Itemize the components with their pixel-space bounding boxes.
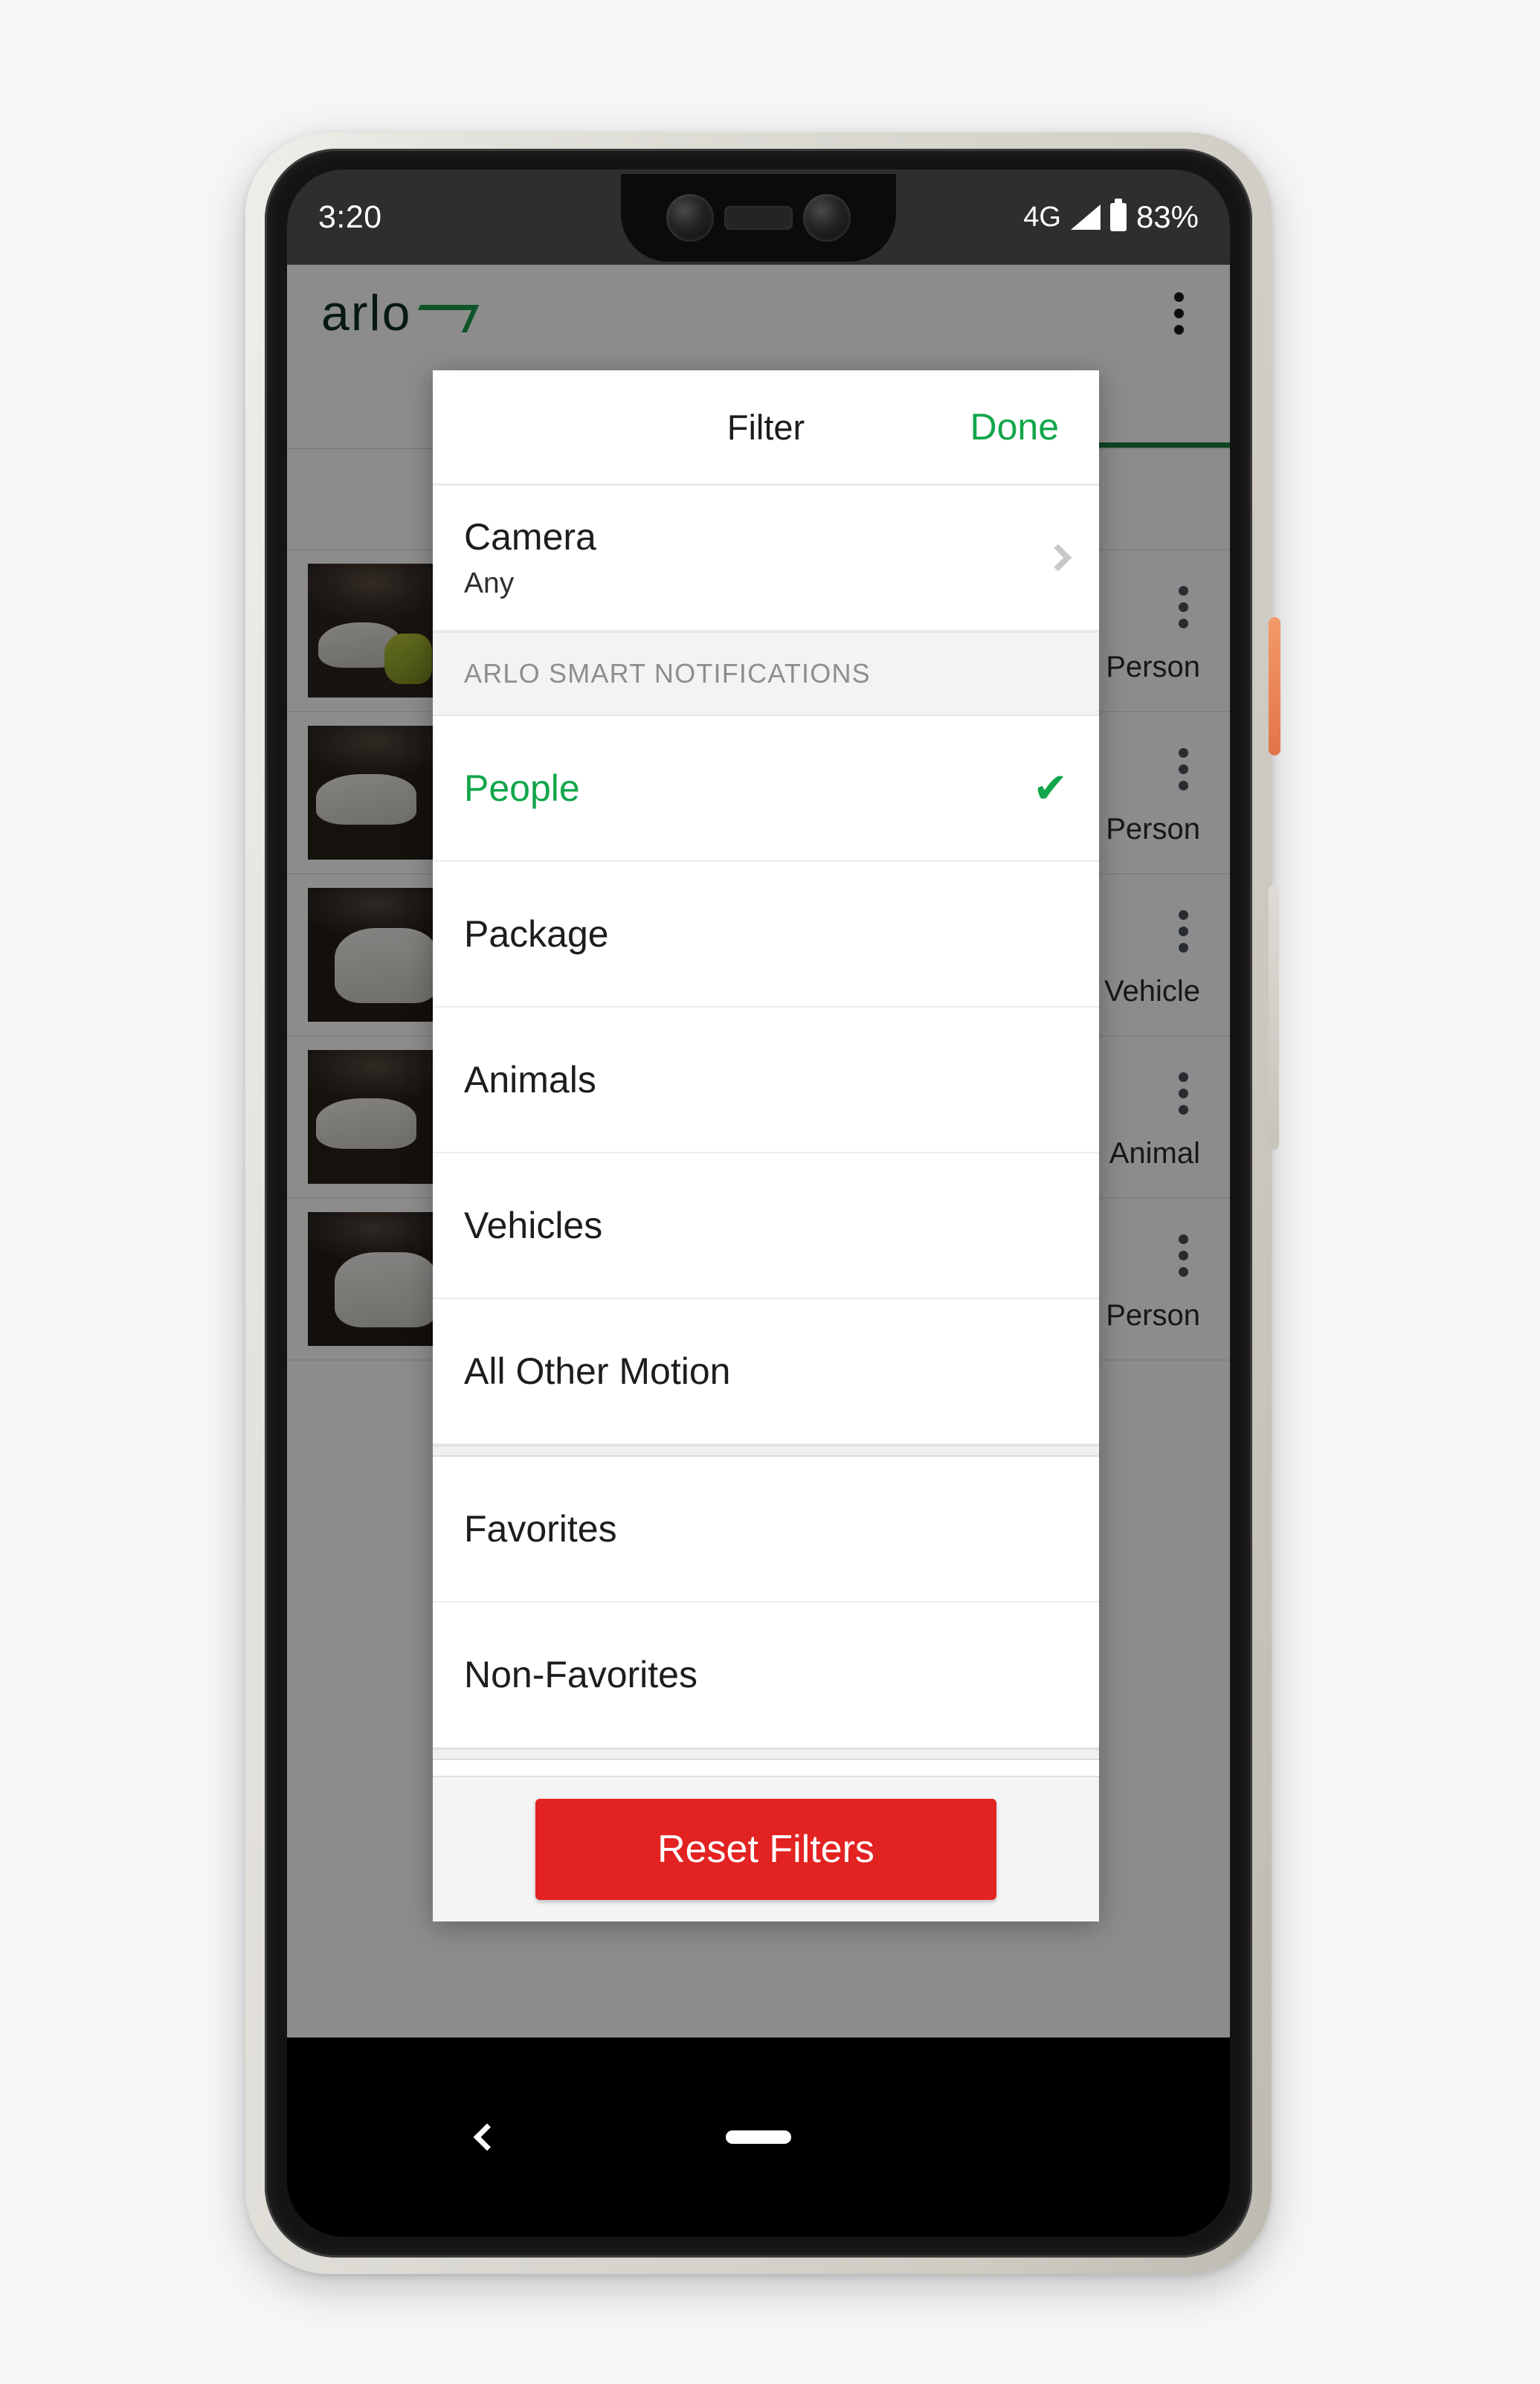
filter-option-label: Favorites <box>464 1508 617 1550</box>
kebab-dot <box>1179 619 1188 628</box>
clip-thumbnail[interactable] <box>308 888 440 1022</box>
kebab-dot <box>1179 1105 1188 1115</box>
signal-bars-icon <box>1070 204 1101 230</box>
filter-dialog-header: Filter Done <box>433 370 1099 486</box>
arlo-swoosh-icon <box>414 300 471 330</box>
kebab-dot <box>1179 910 1188 920</box>
arlo-smart-section-header: ARLO SMART NOTIFICATIONS <box>433 631 1099 716</box>
clip-overflow-menu-icon[interactable] <box>1167 577 1200 637</box>
kebab-dot <box>1174 291 1184 302</box>
kebab-dot <box>1179 1267 1188 1277</box>
app-header: arlo <box>287 265 1230 361</box>
kebab-dot <box>1174 324 1184 335</box>
battery-percent-label: 83% <box>1135 199 1199 234</box>
clip-meta: Vehicle <box>1104 901 1200 1008</box>
filter-option-package[interactable]: Package <box>433 862 1099 1008</box>
kebab-dot <box>1174 308 1184 318</box>
clip-overflow-menu-icon[interactable] <box>1167 1063 1200 1124</box>
kebab-dot <box>1179 748 1188 758</box>
filter-option-label: People <box>464 767 580 809</box>
front-camera-lens-secondary-icon <box>803 194 851 242</box>
kebab-dot <box>1179 1234 1188 1244</box>
kebab-dot <box>1179 781 1188 790</box>
status-indicators: 4G 83% <box>1023 199 1199 235</box>
kebab-dot <box>1179 764 1188 774</box>
network-type-label: 4G <box>1023 201 1061 233</box>
filter-option-all-other-motion[interactable]: All Other Motion <box>433 1299 1099 1445</box>
filter-dialog: Filter Done Camera Any ARLO SMART NOTIFI… <box>433 370 1099 1921</box>
camera-filter-text: Camera Any <box>464 515 596 600</box>
front-camera-lens-icon <box>666 194 714 242</box>
clip-label: Person <box>1106 651 1200 683</box>
section-header-label: ARLO SMART NOTIFICATIONS <box>464 658 871 689</box>
status-time: 3:20 <box>318 199 382 235</box>
section-divider <box>433 1445 1099 1457</box>
kebab-dot <box>1179 602 1188 612</box>
home-pill-icon[interactable] <box>726 2130 791 2144</box>
filter-option-label: All Other Motion <box>464 1350 731 1392</box>
clip-label: Person <box>1106 813 1200 845</box>
camera-filter-value: Any <box>464 567 515 599</box>
kebab-dot <box>1179 1251 1188 1260</box>
camera-filter-title: Camera <box>464 516 596 558</box>
filter-option-label: Package <box>464 913 609 955</box>
clip-label: Animal <box>1109 1137 1200 1170</box>
screenshot-scene: 3:20 4G 83% arlo Person Person Vehicle A… <box>0 0 1540 2384</box>
power-button[interactable] <box>1269 617 1280 756</box>
done-button[interactable]: Done <box>970 405 1059 448</box>
battery-icon <box>1109 199 1127 231</box>
clip-meta: Person <box>1106 577 1200 684</box>
clip-overflow-menu-icon[interactable] <box>1167 1225 1200 1286</box>
clip-overflow-menu-icon[interactable] <box>1167 901 1200 961</box>
app-overflow-menu-icon[interactable] <box>1162 283 1196 344</box>
filter-option-animals[interactable]: Animals <box>433 1008 1099 1153</box>
volume-button[interactable] <box>1269 885 1279 1150</box>
android-navigation-bar <box>287 2037 1230 2237</box>
clip-thumbnail[interactable] <box>308 1050 440 1184</box>
camera-filter-row[interactable]: Camera Any <box>433 486 1099 631</box>
back-chevron-icon[interactable] <box>473 2123 501 2151</box>
kebab-dot <box>1179 1089 1188 1098</box>
filter-option-non-favorites[interactable]: Non-Favorites <box>433 1602 1099 1748</box>
checkmark-icon: ✔ <box>1033 764 1068 811</box>
filter-option-vehicles[interactable]: Vehicles <box>433 1153 1099 1299</box>
clip-meta: Animal <box>1109 1063 1200 1170</box>
phone-screen: 3:20 4G 83% arlo Person Person Vehicle A… <box>287 170 1230 2237</box>
earpiece-speaker-icon <box>724 206 793 230</box>
clip-overflow-menu-icon[interactable] <box>1167 739 1200 799</box>
filter-option-label: Non-Favorites <box>464 1654 697 1695</box>
reset-filters-button[interactable]: Reset Filters <box>535 1799 996 1900</box>
filter-dialog-body[interactable]: Camera Any ARLO SMART NOTIFICATIONS Peop… <box>433 486 1099 1921</box>
clip-label: Person <box>1106 1299 1200 1332</box>
clip-thumbnail[interactable] <box>308 564 440 698</box>
clip-meta: Person <box>1106 739 1200 846</box>
filter-option-label: Vehicles <box>464 1205 603 1246</box>
arlo-logo: arlo <box>321 284 471 342</box>
clip-meta: Person <box>1106 1225 1200 1333</box>
chevron-right-icon <box>1044 544 1072 572</box>
arlo-logo-text: arlo <box>321 285 412 341</box>
kebab-dot <box>1179 586 1188 596</box>
clip-label: Vehicle <box>1104 975 1200 1008</box>
clip-thumbnail[interactable] <box>308 726 440 860</box>
kebab-dot <box>1179 927 1188 936</box>
filter-option-label: Animals <box>464 1059 596 1101</box>
filter-option-people[interactable]: People ✔ <box>433 716 1099 862</box>
kebab-dot <box>1179 943 1188 953</box>
section-divider <box>433 1748 1099 1760</box>
filter-dialog-footer: Reset Filters <box>433 1776 1099 1921</box>
filter-option-favorites[interactable]: Favorites <box>433 1457 1099 1602</box>
front-camera-cutout <box>621 174 896 262</box>
kebab-dot <box>1179 1072 1188 1082</box>
clip-thumbnail[interactable] <box>308 1212 440 1346</box>
